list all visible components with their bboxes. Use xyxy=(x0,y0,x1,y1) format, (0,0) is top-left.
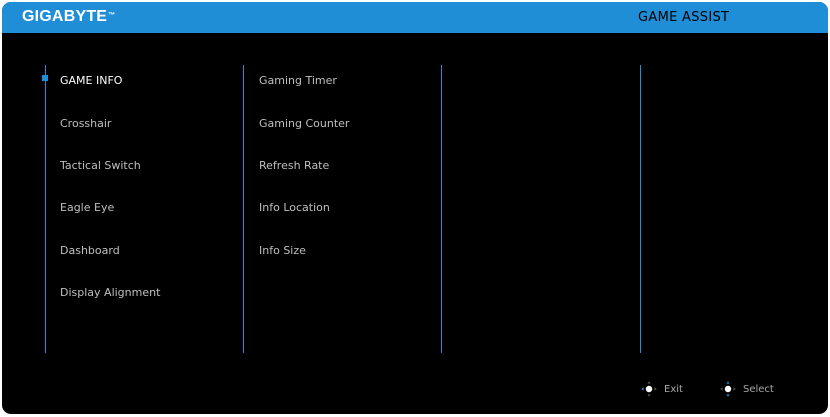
osd-window: GIGABYTE™ GAME ASSIST GAME INFO Crosshai… xyxy=(2,2,828,414)
menu-item-game-info[interactable]: GAME INFO xyxy=(60,74,122,88)
column-divider-1 xyxy=(45,65,46,353)
submenu-item-info-size[interactable]: Info Size xyxy=(259,244,306,258)
trademark-mark: ™ xyxy=(108,12,116,19)
exit-label: Exit xyxy=(664,383,683,395)
submenu-item-gaming-counter[interactable]: Gaming Counter xyxy=(259,117,349,131)
submenu-item-gaming-timer[interactable]: Gaming Timer xyxy=(259,74,337,88)
submenu-item-refresh-rate[interactable]: Refresh Rate xyxy=(259,159,329,173)
exit-hint[interactable]: Exit xyxy=(639,378,683,400)
menu-item-dashboard[interactable]: Dashboard xyxy=(60,244,120,258)
joystick-up-down-icon xyxy=(720,381,736,397)
selection-indicator xyxy=(42,75,48,81)
brand-logo: GIGABYTE™ xyxy=(22,8,115,26)
select-hint[interactable]: Select xyxy=(718,378,774,400)
header-bar: GIGABYTE™ GAME ASSIST xyxy=(2,2,828,33)
submenu-item-info-location[interactable]: Info Location xyxy=(259,201,330,215)
column-divider-3 xyxy=(441,65,442,353)
column-divider-2 xyxy=(243,65,244,353)
menu-item-tactical-switch[interactable]: Tactical Switch xyxy=(60,159,141,173)
brand-name: GIGABYTE xyxy=(22,8,108,25)
page-title: GAME ASSIST xyxy=(638,10,730,25)
menu-item-crosshair[interactable]: Crosshair xyxy=(60,117,111,131)
menu-item-eagle-eye[interactable]: Eagle Eye xyxy=(60,201,114,215)
menu-item-display-alignment[interactable]: Display Alignment xyxy=(60,286,160,300)
column-divider-4 xyxy=(640,65,641,353)
joystick-left-icon xyxy=(641,381,657,397)
select-label: Select xyxy=(743,383,774,395)
